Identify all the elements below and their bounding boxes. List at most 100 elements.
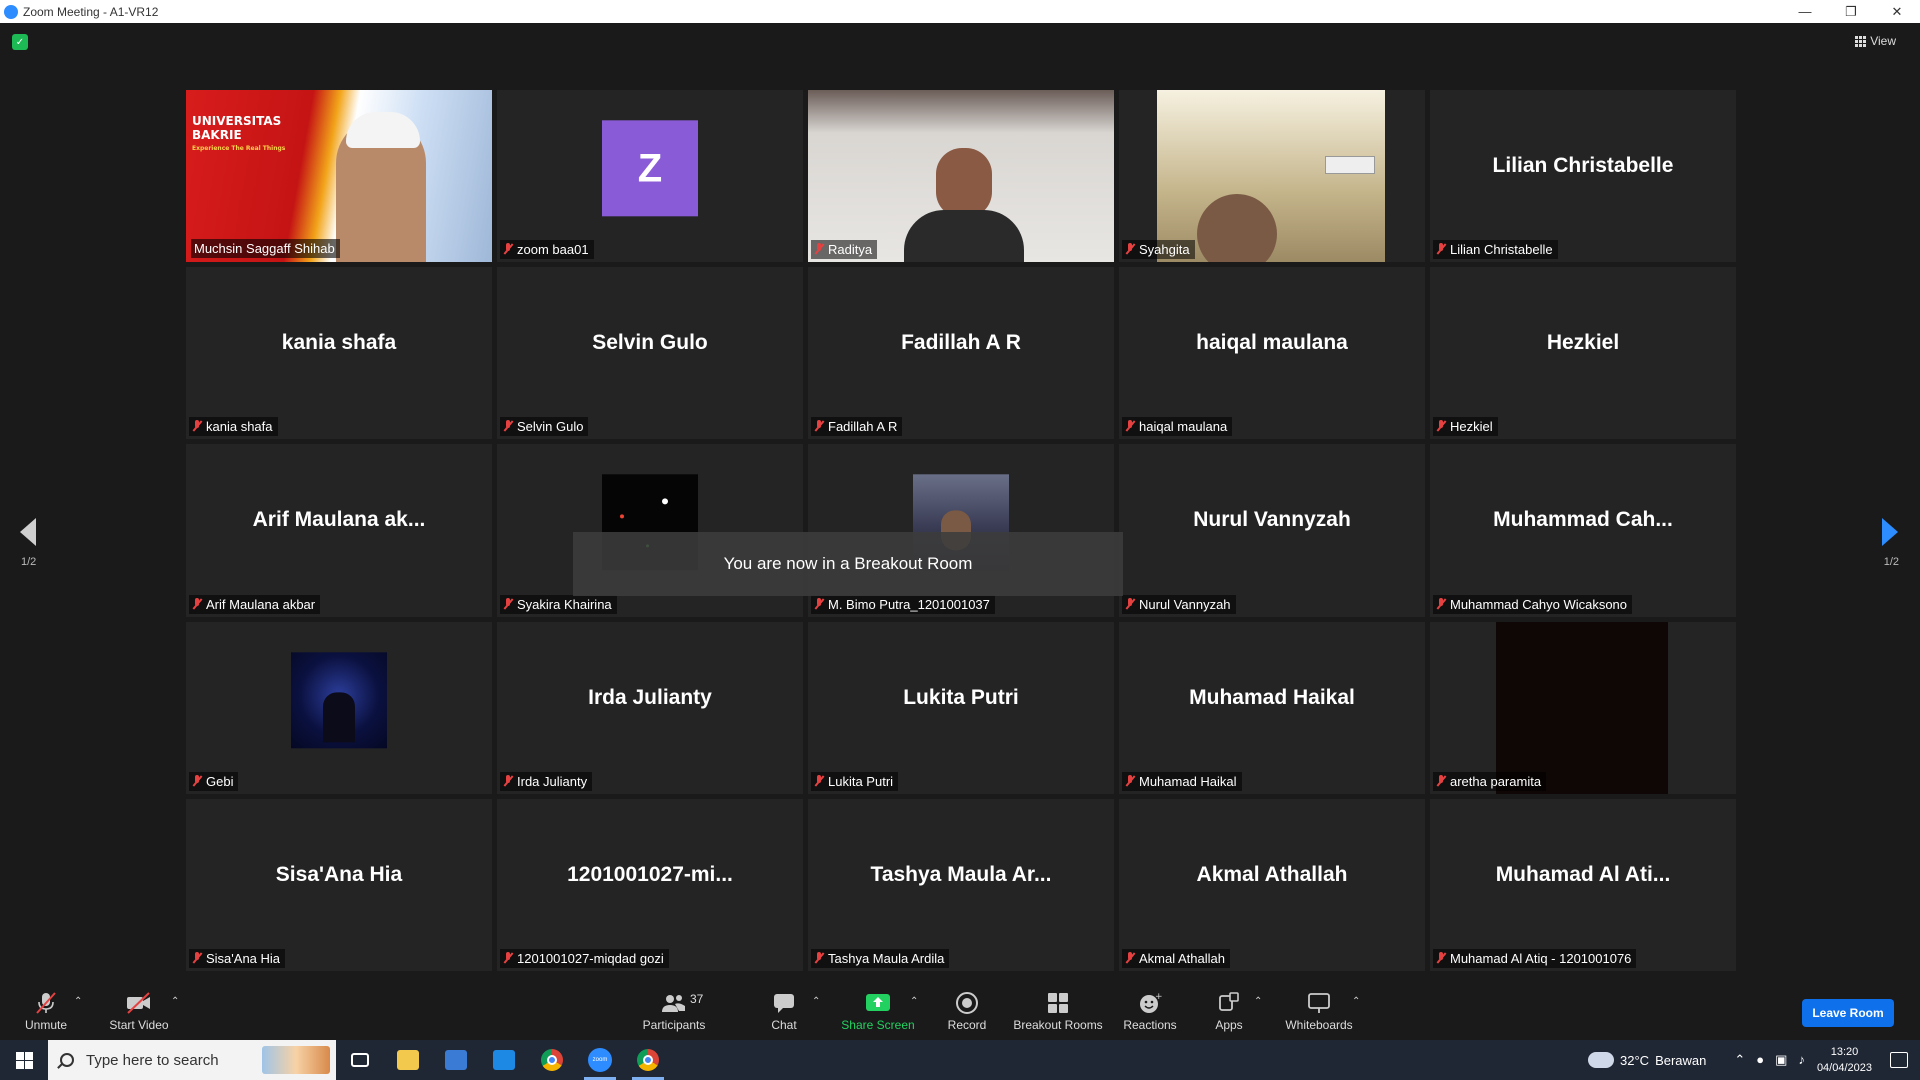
share-screen-button[interactable]: Share Screen xyxy=(840,982,916,1040)
chevron-up-icon[interactable]: ⌃ xyxy=(1734,1052,1745,1068)
whiteboards-button[interactable]: Whiteboards xyxy=(1282,982,1356,1040)
participant-tile[interactable]: Selvin Gulo Selvin Gulo xyxy=(497,267,803,440)
zoom-app-icon xyxy=(4,4,18,19)
participant-tile[interactable]: Raditya xyxy=(808,90,1114,263)
participant-video xyxy=(1496,621,1668,794)
restore-icon[interactable]: ❐ xyxy=(1828,0,1874,23)
windows-start-button[interactable] xyxy=(0,1040,48,1080)
muted-mic-icon xyxy=(814,774,824,788)
whiteboards-options-caret-icon[interactable]: ⌃ xyxy=(1352,996,1360,1007)
muted-mic-icon xyxy=(503,774,513,788)
participant-tile[interactable]: Fadillah A R Fadillah A R xyxy=(808,267,1114,440)
breakout-rooms-button[interactable]: Breakout Rooms xyxy=(1012,982,1104,1040)
participant-name: Irda Julianty xyxy=(517,773,588,789)
participant-name: Syakira Khairina xyxy=(517,596,612,612)
audio-options-caret-icon[interactable]: ⌃ xyxy=(74,996,82,1007)
unmute-button[interactable]: Unmute xyxy=(16,982,76,1040)
participant-tile[interactable]: Syahgita xyxy=(1119,90,1425,263)
taskbar-search-box[interactable]: Type here to search xyxy=(48,1040,336,1080)
participant-tile[interactable]: Lukita Putri Lukita Putri xyxy=(808,621,1114,794)
chrome-app-icon[interactable] xyxy=(624,1040,672,1080)
participant-tile[interactable]: Muhamad Al Ati... Muhamad Al Atiq - 12010… xyxy=(1430,798,1736,971)
network-icon[interactable]: ▣ xyxy=(1775,1052,1787,1068)
clock-date: 04/04/2023 xyxy=(1816,1062,1872,1074)
participant-tile[interactable]: Lilian Christabelle Lilian Christabelle xyxy=(1430,90,1736,263)
muted-mic-icon xyxy=(814,951,824,965)
leave-room-button[interactable]: Leave Room xyxy=(1802,999,1894,1027)
system-tray: 32°C Berawan ⌃ ● ▣ ♪ 13:20 04/04/2023 xyxy=(1588,1040,1920,1080)
participant-tile[interactable]: aretha paramita xyxy=(1430,621,1736,794)
muted-mic-icon xyxy=(814,420,824,433)
participant-name-label: Hezkiel xyxy=(1433,417,1498,437)
next-page-arrow-icon[interactable] xyxy=(1882,518,1898,546)
participant-tile[interactable]: haiqal maulana haiqal maulana xyxy=(1119,267,1425,440)
participant-tile[interactable]: Zzoom baa01 xyxy=(497,90,803,263)
apps-options-caret-icon[interactable]: ⌃ xyxy=(1254,996,1262,1007)
participant-name: 1201001027-miqdad gozi xyxy=(517,950,664,966)
mail-icon[interactable] xyxy=(480,1040,528,1080)
muted-mic-icon xyxy=(814,243,824,256)
participant-tile[interactable]: 1201001027-mi... 1201001027-miqdad gozi xyxy=(497,798,803,971)
weather-desc: Berawan xyxy=(1655,1052,1707,1068)
taskbar-clock[interactable]: 13:20 04/04/2023 xyxy=(1817,1044,1872,1076)
participants-label: Participants xyxy=(642,1017,706,1032)
chat-button[interactable]: Chat xyxy=(764,982,804,1040)
chat-options-caret-icon[interactable]: ⌃ xyxy=(812,996,820,1007)
microsoft-store-icon[interactable] xyxy=(432,1040,480,1080)
participant-display-name: Muhamad Al Ati... xyxy=(1495,862,1671,886)
apps-button[interactable]: Apps xyxy=(1208,982,1250,1040)
participant-display-name: Muhammad Cah... xyxy=(1493,508,1673,532)
participant-name-label: Syahgita xyxy=(1122,240,1195,260)
search-placeholder: Type here to search xyxy=(86,1051,219,1069)
security-shield-icon[interactable]: ✓ xyxy=(12,34,28,50)
record-button[interactable]: Record xyxy=(944,982,990,1040)
participant-tile[interactable]: Tashya Maula Ar... Tashya Maula Ardila xyxy=(808,798,1114,971)
participant-name: Muchsin Saggaff Shihab xyxy=(194,241,335,257)
participant-name: Syahgita xyxy=(1139,242,1190,258)
weather-widget[interactable]: 32°C Berawan xyxy=(1588,1052,1706,1068)
search-icon xyxy=(60,1053,74,1067)
participant-display-name: Akmal Athallah xyxy=(1196,862,1348,886)
apps-label: Apps xyxy=(1215,1017,1243,1032)
chat-bubble-icon xyxy=(772,991,796,1015)
participant-display-name: Muhamad Haikal xyxy=(1189,685,1355,709)
volume-icon[interactable]: ♪ xyxy=(1798,1052,1805,1068)
participant-name: Muhamad Haikal xyxy=(1139,773,1237,789)
participant-tile[interactable]: kania shafa kania shafa xyxy=(186,267,492,440)
participant-tile[interactable]: Nurul Vannyzah Nurul Vannyzah xyxy=(1119,444,1425,617)
participant-tile[interactable]: Sisa'Ana Hia Sisa'Ana Hia xyxy=(186,798,492,971)
muted-mic-icon xyxy=(35,991,57,1015)
participant-tile[interactable]: Akmal Athallah Akmal Athallah xyxy=(1119,798,1425,971)
minimize-icon[interactable]: — xyxy=(1782,0,1828,23)
previous-page-arrow-icon[interactable] xyxy=(20,518,36,546)
participant-tile[interactable]: Muhammad Cah... Muhammad Cahyo Wicaksono xyxy=(1430,444,1736,617)
participant-name: haiqal maulana xyxy=(1139,419,1228,435)
toast-text: You are now in a Breakout Room xyxy=(723,554,973,573)
start-video-button[interactable]: Start Video xyxy=(104,982,174,1040)
reactions-button[interactable]: + Reactions xyxy=(1120,982,1180,1040)
task-view-icon[interactable] xyxy=(336,1040,384,1080)
participant-tile[interactable]: Muhamad Haikal Muhamad Haikal xyxy=(1119,621,1425,794)
notifications-icon[interactable] xyxy=(1890,1052,1908,1068)
participant-tile[interactable]: Irda Julianty Irda Julianty xyxy=(497,621,803,794)
microphone-icon[interactable]: ● xyxy=(1756,1052,1764,1068)
participants-button[interactable]: Participants xyxy=(636,982,712,1040)
participant-tile[interactable]: Hezkiel Hezkiel xyxy=(1430,267,1736,440)
participant-display-name: Nurul Vannyzah xyxy=(1193,508,1351,532)
record-label: Record xyxy=(947,1017,987,1032)
participant-tile[interactable]: Arif Maulana ak... Arif Maulana akbar xyxy=(186,444,492,617)
participant-name: Selvin Gulo xyxy=(517,419,584,435)
zoom-taskbar-icon[interactable]: zoom xyxy=(576,1040,624,1080)
participant-tile[interactable]: UNIVERSITAS BAKRIE Experience The Real Thi… xyxy=(186,90,492,263)
participant-name-label: Raditya xyxy=(811,240,878,260)
share-options-caret-icon[interactable]: ⌃ xyxy=(910,996,918,1007)
participant-tile[interactable]: Gebi xyxy=(186,621,492,794)
video-options-caret-icon[interactable]: ⌃ xyxy=(171,996,179,1007)
chrome-icon[interactable] xyxy=(528,1040,576,1080)
window-title: Zoom Meeting - A1-VR12 xyxy=(23,4,159,19)
breakout-room-toast: You are now in a Breakout Room xyxy=(573,532,1123,596)
view-button[interactable]: View xyxy=(1855,34,1896,48)
close-icon[interactable]: ✕ xyxy=(1874,0,1920,23)
banner-line-1: UNIVERSITAS xyxy=(192,114,282,128)
file-explorer-icon[interactable] xyxy=(384,1040,432,1080)
